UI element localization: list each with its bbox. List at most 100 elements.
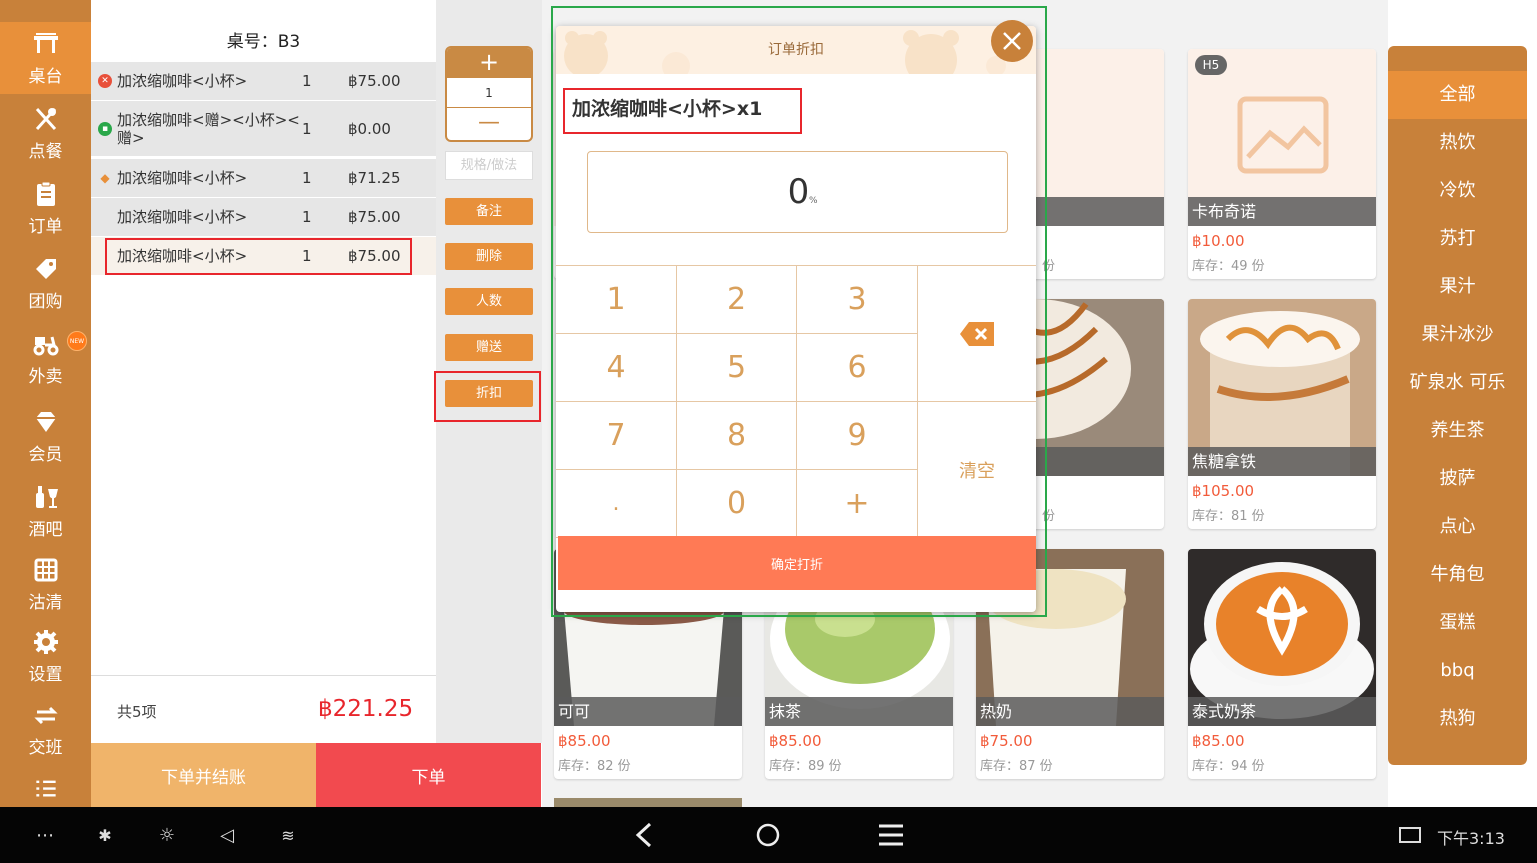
product-tag: H5 — [1195, 55, 1227, 75]
brightness-icon[interactable]: ☼ — [154, 821, 180, 849]
highlight-discount-button — [434, 371, 541, 422]
category-item[interactable]: 蛋糕 — [1388, 599, 1527, 647]
guests-button[interactable]: 人数 — [445, 288, 533, 315]
product-price: ฿85.00 — [769, 732, 822, 750]
product-stock: 库存：81 份 — [1192, 509, 1265, 524]
category-item[interactable]: 矿泉水 可乐 — [1388, 359, 1527, 407]
order-item-qty: 1 — [302, 208, 312, 226]
category-item[interactable]: 果汁冰沙 — [1388, 311, 1527, 359]
order-row[interactable]: ▪ 加浓缩咖啡<赠><小杯><赠> 1 ฿0.00 — [91, 101, 436, 157]
sidebar-item-settings[interactable]: 设置 — [0, 620, 91, 692]
product-price: ฿85.00 — [1192, 732, 1245, 750]
category-item[interactable]: 冷饮 — [1388, 167, 1527, 215]
order-item-name: 加浓缩咖啡<小杯> — [117, 72, 248, 90]
order-item-qty: 1 — [302, 72, 312, 90]
scooter-icon — [33, 336, 58, 355]
sidebar-item-tables[interactable]: 桌台 — [0, 22, 91, 94]
gear-icon — [33, 629, 58, 654]
sidebar-item-shift[interactable]: 交班 — [0, 693, 91, 765]
product-card[interactable]: H5 卡布奇诺 ฿10.00 库存：49 份 — [1188, 49, 1376, 279]
order-panel: 桌号：B3 ✕ 加浓缩咖啡<小杯> 1 ฿75.00 ▪ 加浓缩咖啡<赠><小杯… — [91, 0, 436, 743]
sidebar-item-ordering[interactable]: 点餐 — [0, 97, 91, 169]
product-card-edge — [554, 798, 742, 807]
sidebar-item-orders[interactable]: 订单 — [0, 172, 91, 244]
order-item-qty: 1 — [302, 120, 312, 138]
product-stock: 库存：89 份 — [769, 759, 842, 774]
category-item[interactable]: 热狗 — [1388, 695, 1527, 743]
bluetooth-icon[interactable]: ✱ — [92, 821, 118, 849]
diamond-icon — [35, 411, 56, 432]
category-panel: 全部 热饮 冷饮 苏打 果汁 果汁冰沙 矿泉水 可乐 养生茶 披萨 点心 牛角包… — [1388, 46, 1527, 765]
order-total: ฿221.25 — [318, 696, 414, 722]
home-icon[interactable] — [752, 819, 784, 851]
wifi-icon[interactable]: ≋ — [274, 821, 302, 849]
note-button[interactable]: 备注 — [445, 198, 533, 225]
screen-icon[interactable] — [1396, 821, 1424, 849]
quantity-stepper: + 1 — — [445, 46, 533, 142]
product-price: ฿105.00 — [1192, 482, 1255, 500]
sidebar-item-label: 设置 — [28, 664, 63, 685]
category-item[interactable]: 养生茶 — [1388, 407, 1527, 455]
quantity-value: 1 — [447, 78, 531, 108]
product-name: 抹茶 — [765, 697, 953, 726]
utensils-icon — [35, 107, 56, 130]
product-price: ฿85.00 — [558, 732, 611, 750]
sidebar-item-label: 桌台 — [28, 66, 63, 87]
order-and-checkout-button[interactable]: 下单并结账 — [91, 743, 316, 807]
product-price: ฿10.00 — [1192, 232, 1245, 250]
volume-icon[interactable]: ◁ — [214, 821, 240, 849]
order-row[interactable]: 加浓缩咖啡<小杯> 1 ฿75.00 — [91, 198, 436, 237]
gift-button[interactable]: 赠送 — [445, 334, 533, 361]
recents-icon[interactable] — [874, 819, 908, 851]
tag-icon — [35, 258, 56, 279]
sidebar-item-label: 酒吧 — [28, 519, 63, 540]
order-item-price: ฿0.00 — [348, 120, 391, 138]
sidebar-item-members[interactable]: 会员 — [0, 400, 91, 472]
grid-icon — [34, 558, 57, 581]
category-all[interactable]: 全部 — [1388, 71, 1527, 119]
spec-button[interactable]: 规格/做法 — [445, 151, 533, 180]
category-item[interactable]: bbq — [1388, 647, 1527, 695]
discount-mark-icon: ✕ — [98, 74, 112, 88]
sidebar-item-soldout[interactable]: 沽清 — [0, 548, 91, 620]
sidebar-item-groupbuy[interactable]: 团购 — [0, 247, 91, 319]
category-item[interactable]: 热饮 — [1388, 119, 1527, 167]
product-stock: 库存：82 份 — [558, 759, 631, 774]
category-item[interactable]: 牛角包 — [1388, 551, 1527, 599]
category-item[interactable]: 披萨 — [1388, 455, 1527, 503]
decrease-button[interactable]: — — [447, 108, 531, 140]
increase-button[interactable]: + — [447, 48, 531, 78]
table-number: 桌号：B3 — [226, 32, 301, 52]
sidebar-item-delivery[interactable]: 外卖 NEW — [0, 322, 91, 394]
tag-mark-icon: ◆ — [100, 171, 110, 185]
new-badge: NEW — [67, 331, 87, 351]
product-card[interactable]: 焦糖拿铁 ฿105.00 库存：81 份 — [1188, 299, 1376, 529]
sidebar-item-label: 沽清 — [28, 592, 63, 613]
back-icon[interactable] — [628, 819, 660, 851]
category-item[interactable]: 果汁 — [1388, 263, 1527, 311]
place-order-button[interactable]: 下单 — [316, 743, 541, 807]
system-navigation-bar: ⋯ ✱ ☼ ◁ ≋ 下午3:13 — [0, 807, 1537, 863]
more-icon[interactable]: ⋯ — [30, 821, 60, 849]
product-stock: 库存：49 份 — [1192, 259, 1265, 274]
product-price: ฿75.00 — [980, 732, 1033, 750]
order-row[interactable]: ◆ 加浓缩咖啡<小杯> 1 ฿71.25 — [91, 159, 436, 198]
order-item-name: 加浓缩咖啡<赠><小杯><赠> — [117, 111, 300, 147]
highlight-item-name — [563, 88, 802, 134]
product-card[interactable]: 泰式奶茶 ฿85.00 库存：94 份 — [1188, 549, 1376, 779]
order-item-name: 加浓缩咖啡<小杯> — [117, 169, 248, 187]
sidebar-more[interactable] — [0, 772, 91, 807]
wine-icon — [35, 485, 58, 508]
sidebar-item-label: 交班 — [28, 737, 63, 758]
list-icon — [35, 780, 56, 797]
sidebar-item-bar[interactable]: 酒吧 — [0, 475, 91, 547]
table-icon — [33, 32, 58, 53]
order-row[interactable]: ✕ 加浓缩咖啡<小杯> 1 ฿75.00 — [91, 62, 436, 101]
order-item-name: 加浓缩咖啡<小杯> — [117, 208, 248, 226]
sidebar-item-label: 团购 — [28, 291, 63, 312]
category-item[interactable]: 点心 — [1388, 503, 1527, 551]
product-name: 焦糖拿铁 — [1188, 447, 1376, 476]
category-item[interactable]: 苏打 — [1388, 215, 1527, 263]
delete-button[interactable]: 删除 — [445, 243, 533, 270]
product-name: 卡布奇诺 — [1188, 197, 1376, 226]
